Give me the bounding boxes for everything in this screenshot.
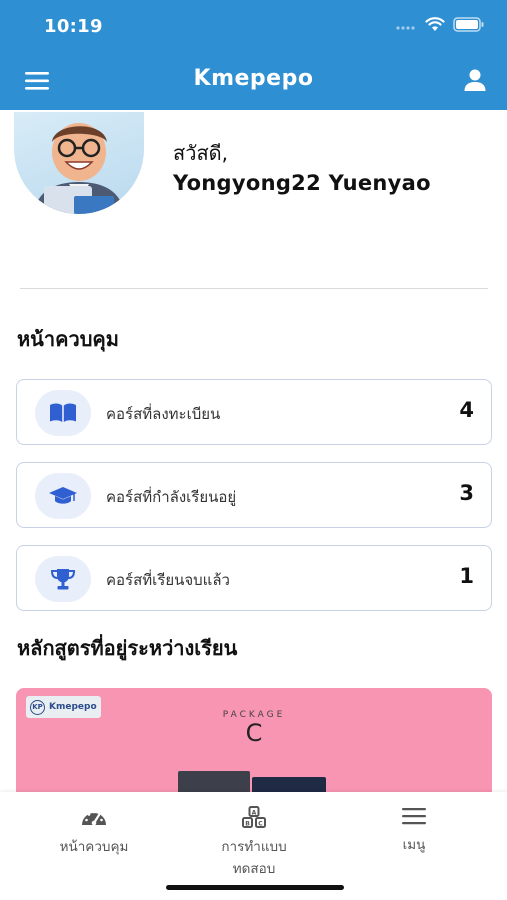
greeting-text: สวัสดี, xyxy=(173,141,228,165)
status-time: 10:19 xyxy=(44,16,103,37)
user-icon[interactable] xyxy=(463,68,487,92)
stat-icon-bg xyxy=(35,556,91,602)
bottom-tab-bar: หน้าควบคุม A B C การทำแบบ ทดสอบ เมนู xyxy=(0,792,507,900)
app-title: Kmepepo xyxy=(193,66,314,91)
stat-count: 1 xyxy=(459,564,474,588)
graduation-cap-icon xyxy=(49,487,77,504)
cellular-signal-icon xyxy=(396,25,415,30)
stat-card-in-progress[interactable]: คอร์สที่กำลังเรียนอยู่ 3 xyxy=(16,462,492,528)
wifi-icon xyxy=(425,17,445,31)
tab-label: หน้าควบคุม xyxy=(59,839,129,855)
tab-quiz[interactable]: A B C การทำแบบ ทดสอบ xyxy=(179,806,329,880)
user-name: Yongyong22 Yuenyao xyxy=(173,171,431,195)
status-icons xyxy=(395,17,485,32)
tab-menu[interactable]: เมนู xyxy=(339,806,489,856)
stat-count: 3 xyxy=(459,481,474,505)
tab-label: เมนู xyxy=(402,837,426,853)
tab-dashboard[interactable]: หน้าควบคุม xyxy=(19,806,169,858)
svg-text:B: B xyxy=(245,821,250,828)
avatar xyxy=(14,112,144,214)
svg-text:A: A xyxy=(252,810,257,817)
stat-card-enrolled[interactable]: คอร์สที่ลงทะเบียน 4 xyxy=(16,379,492,445)
svg-text:C: C xyxy=(258,821,263,828)
course-card[interactable]: KP Kmepepo PACKAGE C xyxy=(16,688,492,800)
blocks-icon: A B C xyxy=(242,806,266,828)
speedometer-icon xyxy=(82,810,106,826)
battery-icon xyxy=(453,17,484,32)
home-indicator xyxy=(166,885,344,890)
trophy-icon xyxy=(50,569,76,590)
stat-label: คอร์สที่เรียนจบแล้ว xyxy=(106,571,230,589)
tab-label: การทำแบบ ทดสอบ xyxy=(221,839,287,877)
stat-label: คอร์สที่กำลังเรียนอยู่ xyxy=(106,488,237,506)
stat-icon-bg xyxy=(35,390,91,436)
stat-icon-bg xyxy=(35,473,91,519)
menu-icon xyxy=(402,808,426,825)
dashboard-section-title: หน้าควบคุม xyxy=(17,327,119,351)
divider xyxy=(20,288,488,289)
stat-count: 4 xyxy=(459,398,474,422)
stat-label: คอร์สที่ลงทะเบียน xyxy=(106,405,221,423)
package-letter: C xyxy=(245,719,263,747)
stat-card-completed[interactable]: คอร์สที่เรียนจบแล้ว 1 xyxy=(16,545,492,611)
avatar-illustration xyxy=(34,123,124,214)
book-icon xyxy=(50,403,76,422)
in-progress-section-title: หลักสูตรที่อยู่ระหว่างเรียน xyxy=(17,636,238,660)
app-header: 10:19 Kmepepo xyxy=(0,0,507,110)
